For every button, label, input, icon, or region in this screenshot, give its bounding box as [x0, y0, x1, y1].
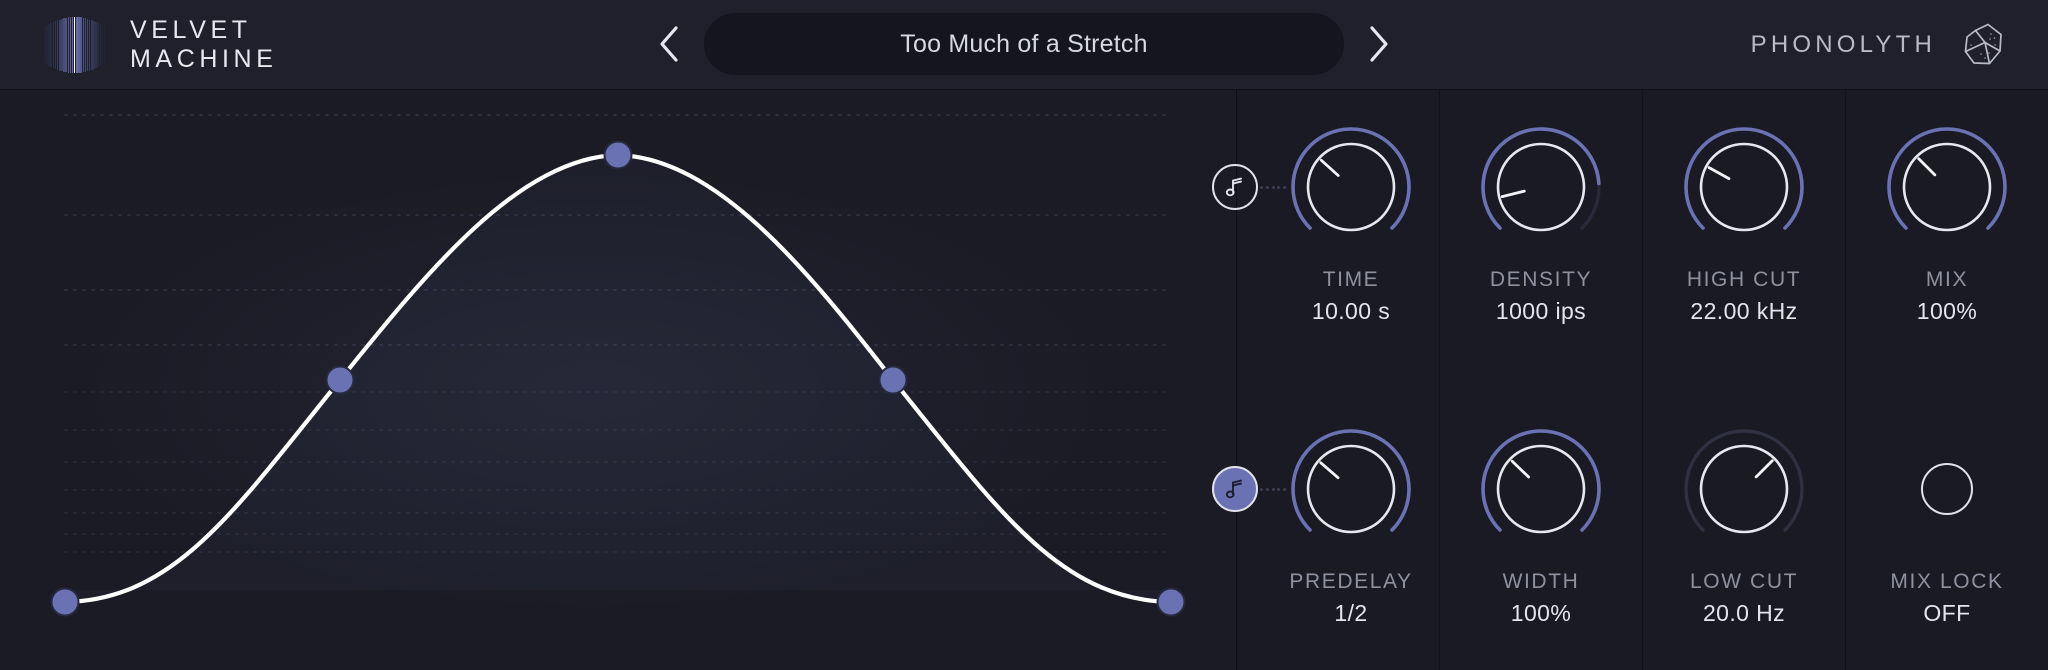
control-high-cut: HIGH CUT 22.00 kHz: [1643, 122, 1845, 325]
handle-decay[interactable]: [878, 365, 908, 395]
knob-body-ring: [1902, 142, 1992, 232]
rack-column-3: HIGH CUT 22.00 kHz LOW CUT 20.0 Hz: [1643, 90, 1846, 670]
mix-lock-value: OFF: [1923, 600, 1971, 626]
knob-low-cut[interactable]: [1679, 424, 1809, 554]
knob-mix-labels: MIX 100%: [1917, 268, 1977, 325]
knob-density[interactable]: [1476, 122, 1606, 252]
mix-lock-toggle[interactable]: [1882, 424, 2012, 554]
knob-width-labels: WIDTH 100%: [1503, 570, 1580, 627]
knob-graphic-mix: [1887, 127, 2007, 232]
velvet-envelope-display[interactable]: [0, 90, 1236, 670]
handle-end[interactable]: [1156, 587, 1186, 617]
knob-graphic-density: [1481, 127, 1601, 232]
knob-low-cut-value: 20.0 Hz: [1702, 600, 1786, 626]
handle-start[interactable]: [50, 587, 80, 617]
vendor-brand[interactable]: PHONOLYTH: [1751, 18, 2010, 72]
knob-predelay[interactable]: [1212, 424, 1416, 554]
preset-next-button[interactable]: [1358, 11, 1400, 77]
control-density: DENSITY 1000 ips: [1440, 122, 1642, 325]
knob-low-cut-labels: LOW CUT 20.0 Hz: [1690, 570, 1798, 627]
knob-pointer: [1707, 166, 1731, 181]
knob-body-ring: [1699, 142, 1789, 232]
knob-low-cut-name: LOW CUT: [1689, 570, 1799, 593]
mix-lock-labels: MIX LOCK OFF: [1890, 570, 2003, 627]
knob-predelay-value: 1/2: [1334, 600, 1368, 626]
knob-width-name: WIDTH: [1502, 570, 1580, 593]
sync-link-dots-predelay: [1260, 487, 1286, 491]
knob-pointer: [1917, 157, 1937, 177]
wordmark-line-1: VELVET: [130, 15, 252, 44]
knob-time-name: TIME: [1322, 268, 1380, 291]
preset-name-label: Too Much of a Stretch: [900, 29, 1148, 58]
knob-pointer: [1510, 459, 1531, 479]
rack-column-4: MIX 100% MIX LOCK OFF: [1846, 90, 2048, 670]
knob-high-cut-name: HIGH CUT: [1686, 268, 1802, 291]
knob-pointer: [1754, 459, 1774, 479]
knob-body-ring: [1306, 444, 1396, 534]
preset-prev-button[interactable]: [648, 11, 690, 77]
rack-column-2: DENSITY 1000 ips WIDTH 100%: [1440, 90, 1643, 670]
knob-mix-value: 100%: [1916, 298, 1978, 324]
velvet-machine-logo-icon: [43, 14, 106, 76]
knob-pointer: [1319, 158, 1340, 177]
music-note-icon: [1225, 479, 1242, 499]
knob-density-labels: DENSITY 1000 ips: [1490, 268, 1592, 325]
rack-column-1: TIME 10.00 s PREDELAY 1/2: [1212, 90, 1440, 670]
knob-body-ring: [1306, 142, 1396, 232]
control-predelay: PREDELAY 1/2: [1212, 424, 1439, 627]
knob-graphic-low-cut: [1684, 429, 1804, 534]
knob-density-value: 1000 ips: [1495, 298, 1587, 324]
wordmark: VELVET MACHINE: [130, 16, 277, 75]
knob-mix-name: MIX: [1925, 268, 1969, 291]
chevron-right-icon: [1370, 26, 1388, 62]
music-note-icon: [1225, 177, 1242, 197]
control-rack: TIME 10.00 s PREDELAY 1/2 DENSITY 1000 i…: [1212, 90, 2048, 670]
knob-density-name: DENSITY: [1489, 268, 1593, 291]
main-area: TIME 10.00 s PREDELAY 1/2 DENSITY 1000 i…: [0, 90, 2048, 670]
handle-peak[interactable]: [603, 140, 633, 170]
plugin-window: VELVET MACHINE Too Much of a Stretch PHO…: [0, 0, 2048, 670]
control-width: WIDTH 100%: [1440, 424, 1642, 627]
mix-lock-name: MIX LOCK: [1890, 570, 2004, 593]
control-mix-lock: MIX LOCK OFF: [1846, 424, 2048, 627]
handle-attack[interactable]: [325, 365, 355, 395]
knob-width-value: 100%: [1510, 600, 1572, 626]
knob-time-value: 10.00 s: [1311, 298, 1391, 324]
preset-navigator: Too Much of a Stretch: [648, 11, 1400, 77]
mix-lock-indicator: [1921, 463, 1973, 515]
sync-toggle-predelay[interactable]: [1212, 466, 1258, 512]
brand-logo-block: VELVET MACHINE: [43, 14, 277, 76]
sync-toggle-time[interactable]: [1212, 164, 1258, 210]
knob-body-ring: [1496, 444, 1586, 534]
sync-link-dots-time: [1260, 185, 1286, 189]
knob-time-labels: TIME 10.00 s: [1312, 268, 1390, 325]
preset-name-field[interactable]: Too Much of a Stretch: [704, 13, 1344, 75]
knob-body-ring: [1699, 444, 1789, 534]
knob-graphic-width: [1481, 429, 1601, 534]
knob-graphic-time: [1291, 127, 1411, 232]
vendor-name-label: PHONOLYTH: [1750, 31, 1936, 58]
knob-high-cut-labels: HIGH CUT 22.00 kHz: [1687, 268, 1801, 325]
knob-predelay-name: PREDELAY: [1289, 570, 1413, 593]
knob-width[interactable]: [1476, 424, 1606, 554]
knob-predelay-labels: PREDELAY 1/2: [1289, 570, 1412, 627]
control-mix: MIX 100%: [1846, 122, 2048, 325]
monolith-crystal-icon: [1964, 23, 2002, 65]
knob-graphic-high-cut: [1684, 127, 1804, 232]
knob-mix[interactable]: [1882, 122, 2012, 252]
envelope-fill: [65, 155, 1171, 602]
envelope-curve-svg: [50, 114, 1186, 617]
knob-pointer: [1500, 189, 1526, 199]
chevron-left-icon: [660, 26, 678, 62]
knob-high-cut-value: 22.00 kHz: [1690, 298, 1798, 324]
control-low-cut: LOW CUT 20.0 Hz: [1643, 424, 1845, 627]
knob-pointer: [1319, 461, 1340, 480]
wordmark-line-2: MACHINE: [130, 45, 278, 73]
knob-high-cut[interactable]: [1679, 122, 1809, 252]
header-bar: VELVET MACHINE Too Much of a Stretch PHO…: [0, 0, 2048, 90]
knob-graphic-predelay: [1291, 429, 1411, 534]
knob-body-ring: [1496, 142, 1586, 232]
control-time: TIME 10.00 s: [1212, 122, 1439, 325]
knob-time[interactable]: [1212, 122, 1416, 252]
